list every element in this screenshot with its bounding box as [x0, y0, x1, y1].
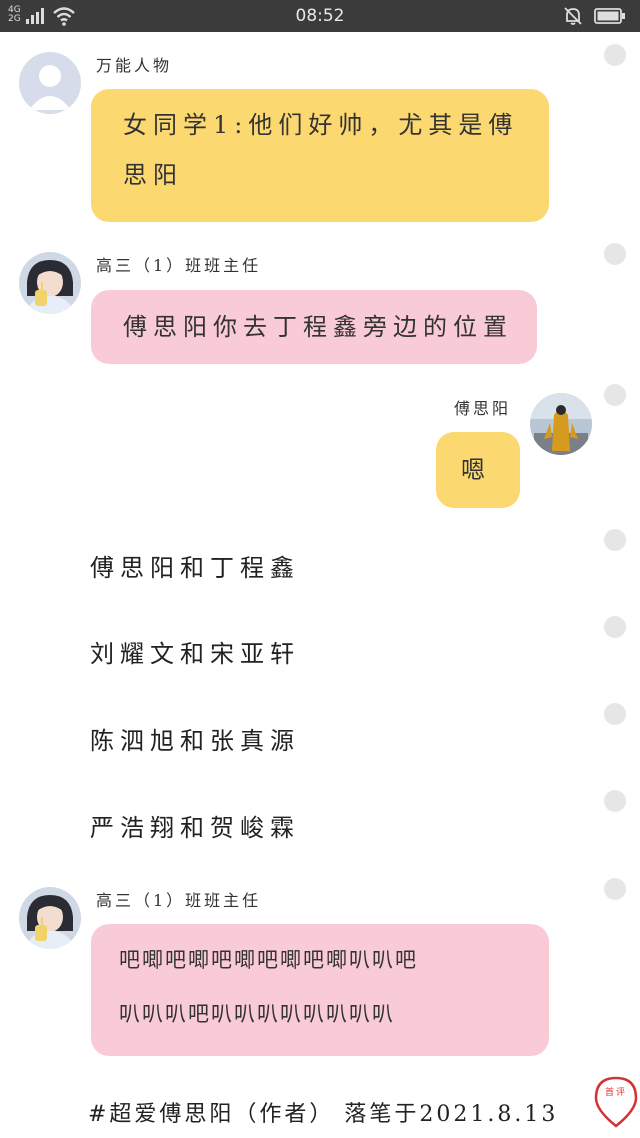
avatar-class-teacher[interactable]: [19, 887, 81, 949]
message-bubble: 女同学1:他们好帅，尤其是傅 思阳: [91, 89, 549, 222]
narration-line: 傅思阳和丁程鑫: [90, 554, 300, 582]
first-comment-label: 首评: [604, 1088, 627, 1098]
avatar-default[interactable]: [19, 52, 81, 114]
message-bubble: 吧唧吧唧吧唧吧唧吧唧叭叭吧 叭叭叭吧叭叭叭叭叭叭叭叭: [91, 924, 549, 1056]
comment-dot[interactable]: [604, 703, 626, 725]
avatar-fu-siyang[interactable]: [530, 393, 592, 455]
comment-dot[interactable]: [604, 878, 626, 900]
narration-line: 陈泗旭和张真源: [90, 727, 300, 755]
comment-dot[interactable]: [604, 529, 626, 551]
message-bubble: 嗯: [436, 432, 520, 508]
status-bar: 4G 2G 08:52: [0, 0, 640, 32]
comment-dot[interactable]: [604, 616, 626, 638]
comment-dot[interactable]: [604, 243, 626, 265]
first-comment-button[interactable]: 首评: [594, 1076, 638, 1128]
comment-dot[interactable]: [604, 790, 626, 812]
sender-name: 高三（1）班班主任: [96, 891, 262, 910]
comment-dot[interactable]: [604, 44, 626, 66]
sender-name: 高三（1）班班主任: [96, 256, 262, 275]
comment-dot[interactable]: [604, 384, 626, 406]
status-time: 08:52: [295, 6, 345, 26]
sender-name: 傅思阳: [454, 399, 512, 418]
location-pin-icon: [594, 1076, 638, 1128]
avatar-class-teacher[interactable]: [19, 252, 81, 314]
battery-icon: [594, 8, 625, 24]
narration-line: 刘耀文和宋亚轩: [90, 640, 300, 668]
narration-line: 严浩翔和贺峻霖: [90, 814, 300, 842]
sender-name: 万能人物: [96, 56, 173, 75]
author-signature: #超爱傅思阳（作者） 落笔于2021.8.13: [88, 1102, 559, 1127]
mute-bell-icon: [564, 7, 582, 25]
message-bubble: 傅思阳你去丁程鑫旁边的位置: [91, 290, 537, 364]
